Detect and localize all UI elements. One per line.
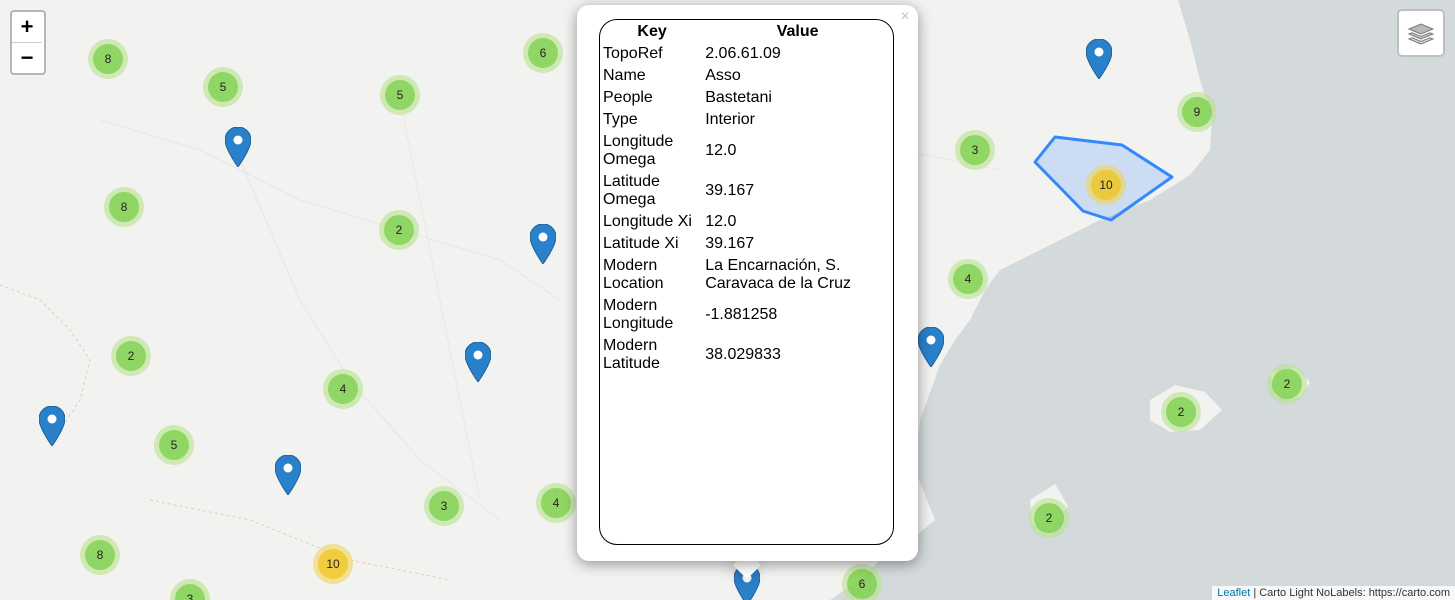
cluster-count: 8 <box>93 44 123 74</box>
row-key: Modern Longitude <box>603 297 674 332</box>
cluster-count: 3 <box>960 135 990 165</box>
map-pin-icon[interactable] <box>465 342 491 382</box>
cluster-count: 2 <box>1034 503 1064 533</box>
row-key: Latitude Omega <box>603 173 660 208</box>
table-header-key: Key <box>637 23 667 40</box>
row-value: Asso <box>705 67 741 84</box>
leaflet-link[interactable]: Leaflet <box>1217 587 1250 599</box>
cluster-marker[interactable]: 10 <box>313 544 353 584</box>
attribution-text: | Carto Light NoLabels: https://carto.co… <box>1250 587 1450 599</box>
cluster-count: 5 <box>159 430 189 460</box>
row-key: Type <box>603 111 638 128</box>
row-value: 38.029833 <box>705 346 781 363</box>
cluster-count: 8 <box>109 192 139 222</box>
cluster-count: 8 <box>85 540 115 570</box>
cluster-count: 10 <box>1091 170 1121 200</box>
cluster-marker[interactable]: 9 <box>1177 92 1217 132</box>
row-key: Modern Latitude <box>603 337 660 372</box>
row-key: Latitude Xi <box>603 235 679 252</box>
table-row: Type Interior <box>602 110 891 130</box>
cluster-count: 2 <box>384 215 414 245</box>
cluster-marker[interactable]: 2 <box>1029 498 1069 538</box>
table-row: Latitude Omega 39.167 <box>602 172 891 210</box>
row-value: Bastetani <box>705 89 772 106</box>
cluster-marker[interactable]: 3 <box>424 486 464 526</box>
cluster-marker[interactable]: 4 <box>323 369 363 409</box>
attribute-table: Key Value TopoRef 2.06.61.09 Name Asso Peo… <box>600 20 893 376</box>
map-pin-icon[interactable] <box>530 224 556 264</box>
cluster-count: 5 <box>385 80 415 110</box>
table-row: Modern Longitude -1.881258 <box>602 296 891 334</box>
cluster-count: 5 <box>208 72 238 102</box>
row-value: 12.0 <box>705 213 737 230</box>
cluster-marker[interactable]: 4 <box>948 259 988 299</box>
cluster-count: 4 <box>328 374 358 404</box>
cluster-marker[interactable]: 8 <box>80 535 120 575</box>
cluster-marker[interactable]: 2 <box>1161 392 1201 432</box>
zoom-in-button[interactable]: + <box>12 12 42 43</box>
table-row: Name Asso <box>602 66 891 86</box>
cluster-count: 9 <box>1182 97 1212 127</box>
row-value: 12.0 <box>705 142 737 159</box>
cluster-marker[interactable]: 2 <box>1267 364 1307 404</box>
cluster-marker[interactable]: 3 <box>955 130 995 170</box>
zoom-out-button[interactable]: − <box>12 43 42 73</box>
cluster-count: 6 <box>847 569 877 599</box>
table-row: Modern Location La Encarnación, S. Carava… <box>602 256 891 294</box>
row-key: Name <box>603 67 646 84</box>
cluster-marker[interactable]: 5 <box>154 425 194 465</box>
table-row: Longitude Omega 12.0 <box>602 132 891 170</box>
table-header-value: Value <box>776 23 819 40</box>
layers-icon <box>1407 23 1435 45</box>
cluster-count: 3 <box>429 491 459 521</box>
map-pin-icon[interactable] <box>918 327 944 367</box>
row-value: 39.167 <box>705 235 755 252</box>
cluster-marker[interactable]: 10 <box>1086 165 1126 205</box>
cluster-count: 2 <box>1272 369 1302 399</box>
cluster-marker[interactable]: 6 <box>523 33 563 73</box>
table-row: Modern Latitude 38.029833 <box>602 336 891 374</box>
table-row: Longitude Xi 12.0 <box>602 212 891 232</box>
table-row: Latitude Xi 39.167 <box>602 234 891 254</box>
row-key: Longitude Xi <box>603 213 692 230</box>
zoom-control: + − <box>10 10 46 75</box>
popup-content: Key Value TopoRef 2.06.61.09 Name Asso Peo… <box>599 19 894 545</box>
attribution: Leaflet | Carto Light NoLabels: https://… <box>1212 586 1455 600</box>
cluster-marker[interactable]: 2 <box>379 210 419 250</box>
row-key: Modern Location <box>603 257 664 292</box>
cluster-marker[interactable]: 5 <box>380 75 420 115</box>
row-key: Longitude Omega <box>603 133 674 168</box>
row-key: TopoRef <box>603 45 663 62</box>
table-row: People Bastetani <box>602 88 891 108</box>
cluster-marker[interactable]: 5 <box>203 67 243 107</box>
row-key: People <box>603 89 653 106</box>
map-pin-icon[interactable] <box>275 455 301 495</box>
cluster-marker[interactable]: 8 <box>104 187 144 227</box>
cluster-marker[interactable]: 8 <box>88 39 128 79</box>
cluster-marker[interactable]: 2 <box>111 336 151 376</box>
map-pin-icon[interactable] <box>225 127 251 167</box>
cluster-count: 4 <box>953 264 983 294</box>
map[interactable]: 8 5 5 6 8 2 2 4 5 8 3 4 10 3 6 3 4 9 10 … <box>0 0 1455 600</box>
cluster-count: 10 <box>318 549 348 579</box>
cluster-count: 2 <box>116 341 146 371</box>
row-value: 39.167 <box>705 182 755 199</box>
table-row: TopoRef 2.06.61.09 <box>602 44 891 64</box>
cluster-count: 4 <box>541 488 571 518</box>
cluster-marker[interactable]: 6 <box>842 564 882 600</box>
row-value: Interior <box>705 111 755 128</box>
popup-close-button[interactable]: × <box>897 8 913 26</box>
row-value: 2.06.61.09 <box>705 45 781 62</box>
cluster-count: 6 <box>528 38 558 68</box>
cluster-marker[interactable]: 4 <box>536 483 576 523</box>
map-pin-icon[interactable] <box>39 406 65 446</box>
layers-control-button[interactable] <box>1397 9 1445 57</box>
row-value: -1.881258 <box>705 306 778 323</box>
row-value: La Encarnación, S. Caravaca de la Cruz <box>705 257 852 292</box>
map-pin-icon[interactable] <box>1086 39 1112 79</box>
cluster-count: 3 <box>175 584 205 600</box>
cluster-count: 2 <box>1166 397 1196 427</box>
